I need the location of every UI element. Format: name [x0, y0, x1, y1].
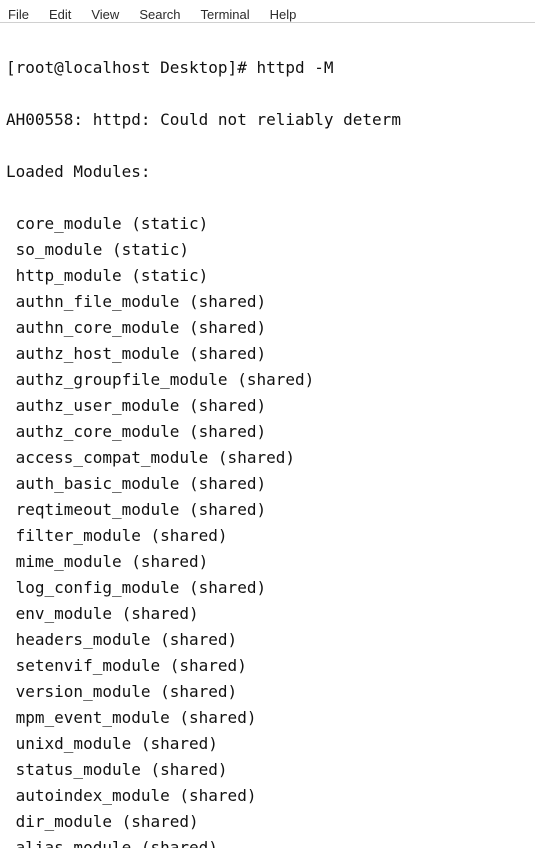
- module-line: http_module (static): [6, 263, 529, 289]
- prompt-line: [root@localhost Desktop]# httpd -M: [6, 55, 529, 81]
- module-line: unixd_module (shared): [6, 731, 529, 757]
- warning-line: AH00558: httpd: Could not reliably deter…: [6, 107, 529, 133]
- module-line: reqtimeout_module (shared): [6, 497, 529, 523]
- module-line: headers_module (shared): [6, 627, 529, 653]
- menu-view[interactable]: View: [91, 7, 119, 22]
- module-line: setenvif_module (shared): [6, 653, 529, 679]
- module-line: mime_module (shared): [6, 549, 529, 575]
- module-line: authn_core_module (shared): [6, 315, 529, 341]
- module-line: authz_host_module (shared): [6, 341, 529, 367]
- module-line: version_module (shared): [6, 679, 529, 705]
- terminal-window: File Edit View Search Terminal Help [roo…: [0, 0, 535, 848]
- menu-terminal[interactable]: Terminal: [201, 7, 250, 22]
- module-line: access_compat_module (shared): [6, 445, 529, 471]
- menu-edit[interactable]: Edit: [49, 7, 71, 22]
- module-line: log_config_module (shared): [6, 575, 529, 601]
- module-line: authz_user_module (shared): [6, 393, 529, 419]
- menu-file[interactable]: File: [8, 7, 29, 22]
- terminal-content[interactable]: [root@localhost Desktop]# httpd -M AH005…: [0, 23, 535, 848]
- module-line: authn_file_module (shared): [6, 289, 529, 315]
- module-line: authz_groupfile_module (shared): [6, 367, 529, 393]
- menu-search[interactable]: Search: [139, 7, 180, 22]
- module-line: status_module (shared): [6, 757, 529, 783]
- module-line: so_module (static): [6, 237, 529, 263]
- menu-help[interactable]: Help: [270, 7, 297, 22]
- module-line: authz_core_module (shared): [6, 419, 529, 445]
- module-line: auth_basic_module (shared): [6, 471, 529, 497]
- header-line: Loaded Modules:: [6, 159, 529, 185]
- module-line: filter_module (shared): [6, 523, 529, 549]
- module-line: env_module (shared): [6, 601, 529, 627]
- module-line: alias_module (shared): [6, 835, 529, 848]
- module-line: dir_module (shared): [6, 809, 529, 835]
- module-line: core_module (static): [6, 211, 529, 237]
- module-line: mpm_event_module (shared): [6, 705, 529, 731]
- module-line: autoindex_module (shared): [6, 783, 529, 809]
- menubar: File Edit View Search Terminal Help: [0, 0, 535, 23]
